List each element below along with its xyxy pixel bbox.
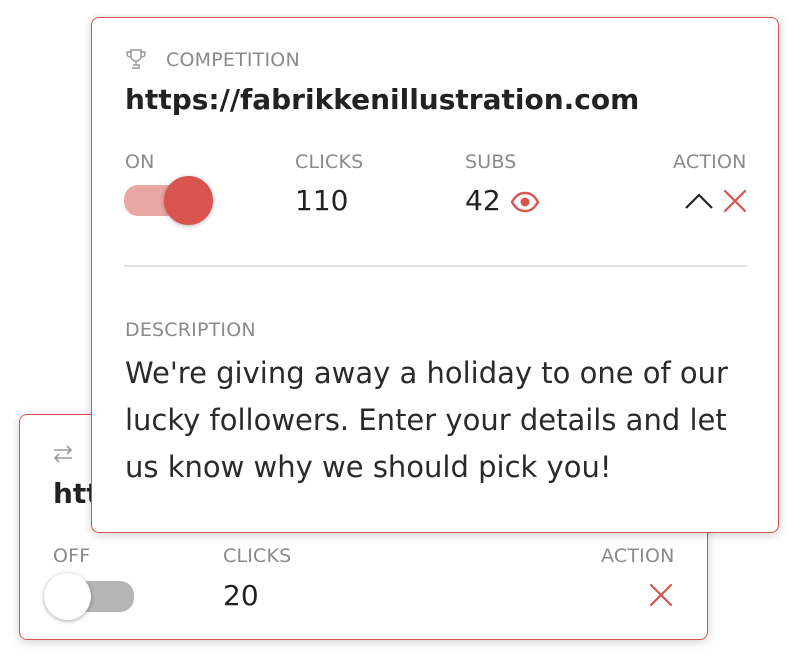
chevron-up-icon[interactable] [684,188,714,218]
close-icon[interactable] [722,188,748,218]
status-label: OFF [53,545,91,567]
status-toggle[interactable] [124,176,214,226]
card-divider [124,265,747,267]
description-text: We're giving away a holiday to one of ou… [125,356,728,484]
redirect-arrows-icon [51,442,75,470]
clicks-value: 110 [295,184,349,217]
action-label: ACTION [673,151,747,173]
action-label: ACTION [601,545,675,567]
toggle-knob [44,573,91,620]
description-label: DESCRIPTION [125,319,256,341]
status-toggle[interactable] [44,573,134,621]
toggle-knob [164,176,213,225]
clicks-label: CLICKS [295,151,364,173]
link-card-competition: COMPETITION https://fabrikkenillustratio… [91,17,779,533]
eye-icon[interactable] [510,190,540,218]
clicks-label: CLICKS [223,545,292,567]
clicks-value: 20 [223,579,259,612]
status-label: ON [125,151,155,173]
subs-label: SUBS [465,151,517,173]
card-type-label: COMPETITION [166,49,300,71]
trophy-icon [124,47,148,75]
close-icon[interactable] [648,582,674,612]
card-url[interactable]: https://fabrikkenillustration.com [125,83,639,116]
subs-value: 42 [465,184,501,217]
